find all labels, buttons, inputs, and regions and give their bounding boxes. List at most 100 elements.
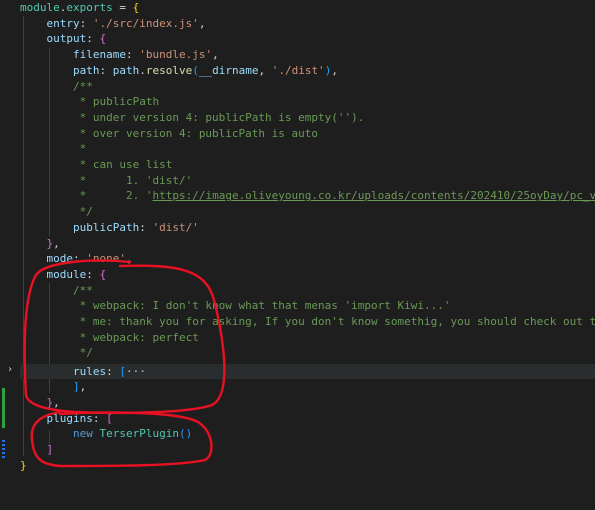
code-line[interactable]: ], [20,379,86,395]
code-line[interactable]: * over version 4: publicPath is auto [20,126,318,142]
token: path [112,63,140,77]
code-line[interactable]: plugins: [ [20,411,113,427]
token: [ [119,364,126,378]
code-line[interactable]: * [20,141,87,157]
comment: */ [72,205,93,219]
code-line[interactable]: * webpack: perfect [20,330,199,346]
token: , [53,236,60,250]
token: new [72,427,93,441]
code-line[interactable]: /** [20,283,93,299]
code-line[interactable]: output: { [20,31,107,47]
token: module [20,1,60,14]
token: publicPath [72,220,140,234]
code-line[interactable]: * can use list [20,157,173,173]
comment: * 1. 'dist/' [72,173,193,187]
code-line[interactable]: * under version 4: publicPath is empty('… [20,110,365,126]
token: , [79,380,87,394]
token: , [212,48,219,62]
comment: * over version 4: publicPath is auto [72,126,319,140]
token: { [132,1,140,14]
code-line[interactable]: * webpack: I don't know what that menas … [20,298,451,314]
code-line[interactable]: new TerserPlugin() [20,426,192,442]
code-line[interactable]: * publicPath [20,94,159,110]
token: filename [72,48,126,62]
token: plugins [46,411,93,425]
token: : [106,364,120,378]
token: : [92,411,107,425]
comment: /** [72,283,93,297]
code-line-folded[interactable]: rules: [··· [20,363,595,380]
token: 'dist/' [152,220,199,234]
code-line[interactable]: } [20,458,27,474]
token: : [86,32,100,46]
token: [ [106,411,113,425]
token: mode [46,252,74,266]
code-line[interactable]: mode: 'none', [20,251,133,267]
token: = [112,1,133,14]
token: './src/index.js' [92,16,199,30]
token: ] [72,380,80,394]
code-line[interactable]: }, [20,236,60,252]
token: ] [46,443,54,456]
code-line[interactable]: path: path.resolve(__dirname, './dist'), [20,63,338,79]
code-line[interactable]: * 1. 'dist/' [20,173,193,189]
code-line[interactable]: ] [20,442,54,458]
comment: * can use list [72,158,173,171]
code-editor[interactable]: › module.exports = { entry: './src/index… [0,0,595,510]
code-line[interactable]: */ [20,345,93,361]
code-line[interactable]: publicPath: 'dist/' [20,220,199,236]
comment: * under version 4: publicPath is empty('… [72,110,365,124]
token: resolve [145,63,193,77]
code-line[interactable]: module.exports = { [20,0,139,16]
comment: * me: thank you for asking, If you don't… [72,315,595,328]
token: : [79,16,93,30]
comment-link[interactable]: https://image.oliveyoung.co.kr/uploads/c… [152,189,595,202]
token: } [20,458,27,472]
token: entry [46,16,80,30]
token: ( [192,63,199,77]
token: TerserPlugin [99,427,179,441]
token: () [178,427,193,441]
token: module [46,267,87,281]
comment: * webpack: perfect [72,330,199,344]
gutter: › [0,0,20,510]
token: , [53,395,60,409]
code-line[interactable]: }, [20,395,60,411]
token: , [198,16,206,30]
token: , [258,63,272,77]
code-line[interactable]: filename: 'bundle.js', [20,47,219,63]
token: './dist' [271,63,325,77]
token: output [46,32,87,46]
token: path [72,63,100,77]
comment: * webpack: I don't know what that menas … [72,299,451,313]
chevron-right-icon[interactable]: › [7,364,13,375]
token: 'none' [86,252,126,266]
token: : [86,267,100,281]
git-change-marker[interactable] [2,388,5,428]
comment: * publicPath [72,95,160,109]
token: rules [72,364,107,378]
token: , [126,252,133,266]
token: , [331,63,338,77]
token: : [99,63,113,77]
token: . [139,63,146,77]
comment: * 2. ' [72,189,153,203]
token: : [125,48,140,62]
token: : [139,220,153,234]
fold-ellipsis[interactable]: ··· [126,365,146,378]
token: exports [66,1,113,14]
comment: /** [72,79,93,93]
comment: * [72,142,87,156]
code-line[interactable]: /** [20,79,93,95]
code-line[interactable]: */ [20,204,93,220]
git-modified-marker[interactable] [2,440,5,460]
code-line[interactable]: module: { [20,267,107,283]
token: 'bundle.js' [139,48,213,62]
token: { [99,32,107,46]
comment: */ [72,346,93,360]
token: : [73,252,87,266]
code-line[interactable]: * me: thank you for asking, If you don't… [20,314,595,330]
token: { [99,267,107,281]
code-line[interactable]: entry: './src/index.js', [20,16,206,32]
code-line[interactable]: * 2. 'https://image.oliveyoung.co.kr/upl… [20,188,595,204]
